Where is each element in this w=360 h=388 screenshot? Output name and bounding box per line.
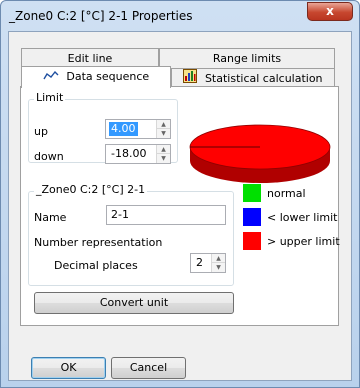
decimal-places-label: Decimal places <box>54 259 138 272</box>
data-sequence-panel: Limit up 4.00 ▲ ▼ down -18.00 ▲ ▼ _Zone0… <box>20 86 340 326</box>
line-chart-icon <box>43 68 59 87</box>
legend-label: > upper limit <box>267 235 340 248</box>
number-representation-label: Number representation <box>34 236 163 249</box>
up-label: up <box>34 125 48 138</box>
cancel-button[interactable]: Cancel <box>111 357 186 379</box>
spin-up-icon[interactable]: ▲ <box>157 145 170 154</box>
legend-swatch-normal <box>243 184 261 202</box>
ok-label: OK <box>60 361 77 374</box>
spin-down-icon[interactable]: ▼ <box>212 263 225 272</box>
ok-button[interactable]: OK <box>31 357 106 379</box>
tab-statistical-calculation[interactable]: Statistical calculation <box>171 68 335 88</box>
down-limit-arrows[interactable]: ▲ ▼ <box>156 145 170 163</box>
legend-swatch-upper <box>243 232 261 250</box>
name-input[interactable]: 2-1 <box>106 205 226 225</box>
legend-swatch-lower <box>243 208 261 226</box>
cancel-label: Cancel <box>129 361 168 374</box>
tab-label: Statistical calculation <box>204 72 323 85</box>
close-button[interactable]: x <box>307 2 353 21</box>
name-label: Name <box>34 211 67 224</box>
legend-label: normal <box>267 187 306 200</box>
tab-label: Edit line <box>67 52 113 65</box>
up-limit-spinner[interactable]: 4.00 ▲ ▼ <box>105 119 171 139</box>
up-limit-arrows[interactable]: ▲ ▼ <box>156 120 170 138</box>
spin-up-icon[interactable]: ▲ <box>212 254 225 263</box>
legend-label: < lower limit <box>267 211 338 224</box>
spin-down-icon[interactable]: ▼ <box>157 154 170 163</box>
decimal-places-spinner[interactable]: 2 ▲ ▼ <box>190 253 226 273</box>
title-bar: _Zone0 C:2 [°C] 2-1 Properties x <box>1 1 359 31</box>
decimal-places-arrows[interactable]: ▲ ▼ <box>211 254 225 272</box>
properties-dialog: _Zone0 C:2 [°C] 2-1 Properties x Edit li… <box>0 0 360 388</box>
down-limit-value[interactable]: -18.00 <box>109 147 148 161</box>
close-icon: x <box>326 4 334 18</box>
down-limit-spinner[interactable]: -18.00 ▲ ▼ <box>105 144 171 164</box>
spin-down-icon[interactable]: ▼ <box>157 129 170 138</box>
spin-up-icon[interactable]: ▲ <box>157 120 170 129</box>
tab-range-limits[interactable]: Range limits <box>159 48 335 68</box>
channel-group-label: _Zone0 C:2 [°C] 2-1 <box>34 183 148 196</box>
tab-data-sequence[interactable]: Data sequence <box>21 66 171 88</box>
tab-label: Data sequence <box>66 70 150 83</box>
up-limit-value[interactable]: 4.00 <box>109 122 138 136</box>
convert-unit-button[interactable]: Convert unit <box>34 292 234 314</box>
down-label: down <box>34 150 64 163</box>
window-title: _Zone0 C:2 [°C] 2-1 Properties <box>9 9 193 23</box>
tab-edit-line[interactable]: Edit line <box>21 48 159 68</box>
limit-group-label: Limit <box>34 91 66 104</box>
convert-unit-label: Convert unit <box>99 296 169 309</box>
tab-label: Range limits <box>212 52 282 65</box>
decimal-places-value[interactable]: 2 <box>194 256 205 270</box>
